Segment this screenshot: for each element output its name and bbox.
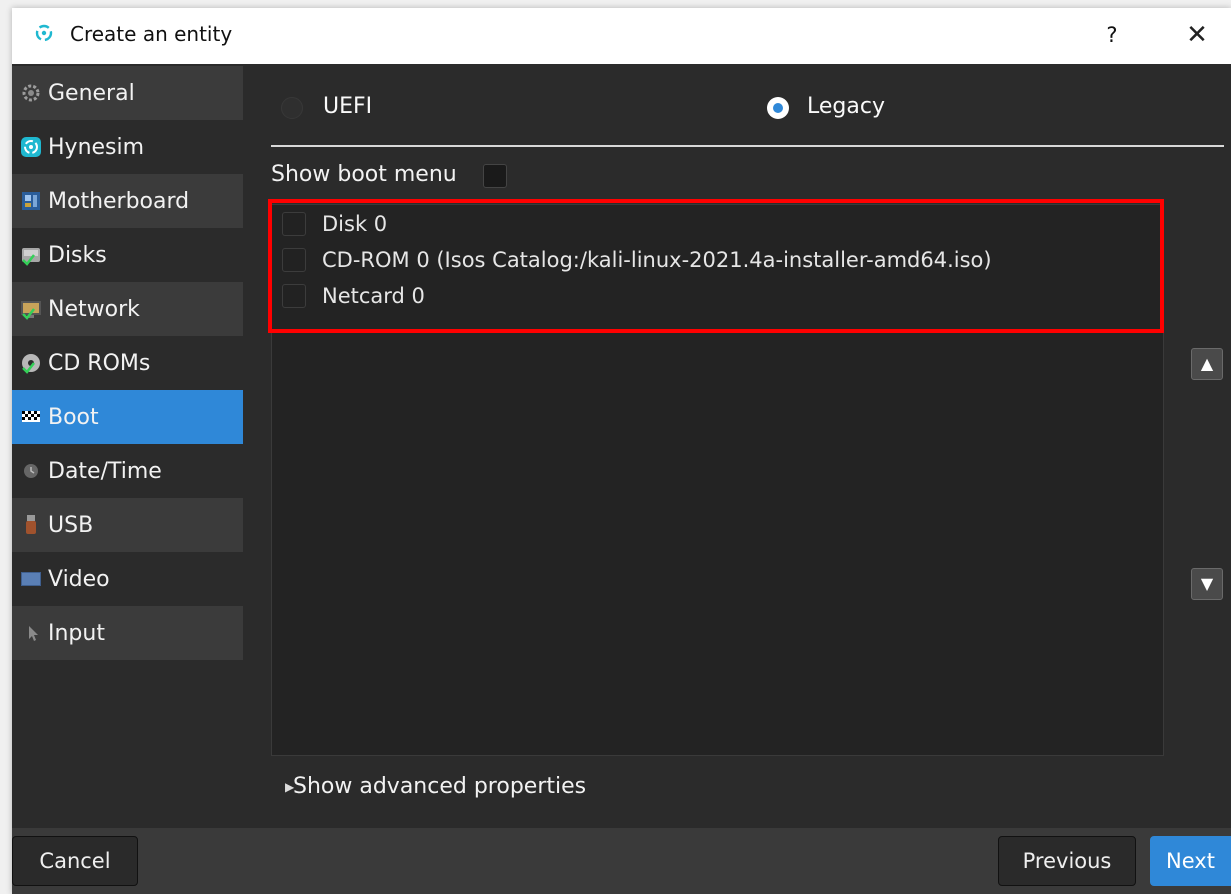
sidebar-item-label: Motherboard <box>48 188 190 214</box>
boot-settings-panel: UEFI Legacy Show boot menu Disk 0 CD-ROM… <box>243 66 1231 828</box>
boot-device-checkbox[interactable] <box>282 212 306 236</box>
monitor-icon <box>21 572 41 586</box>
arrow-up-icon: ▲ <box>1200 354 1214 373</box>
previous-button[interactable]: Previous <box>998 836 1136 886</box>
sidebar-item-disks[interactable]: Disks <box>12 228 243 282</box>
create-entity-dialog: Create an entity ? ✕ General Hynesim Mot… <box>12 8 1231 894</box>
show-boot-menu-label: Show boot menu <box>271 162 457 187</box>
cursor-icon <box>29 626 38 641</box>
boot-device-label: CD-ROM 0 (Isos Catalog:/kali-linux-2021.… <box>322 248 992 272</box>
list-item[interactable]: CD-ROM 0 (Isos Catalog:/kali-linux-2021.… <box>282 245 992 275</box>
close-button[interactable]: ✕ <box>1180 20 1214 50</box>
sidebar-item-input[interactable]: Input <box>12 606 243 660</box>
sidebar-item-label: General <box>48 80 135 106</box>
boot-order-list: Disk 0 CD-ROM 0 (Isos Catalog:/kali-linu… <box>268 199 1164 756</box>
move-up-button[interactable]: ▲ <box>1191 348 1223 380</box>
sidebar-item-motherboard[interactable]: Motherboard <box>12 174 243 228</box>
sidebar-item-cd-roms[interactable]: CD ROMs <box>12 336 243 390</box>
uefi-radio-label[interactable]: UEFI <box>323 94 372 119</box>
next-button[interactable]: Next <box>1150 836 1231 886</box>
gear-icon <box>22 84 40 102</box>
legacy-radio-label[interactable]: Legacy <box>807 94 885 119</box>
sidebar-item-date-time[interactable]: Date/Time <box>12 444 243 498</box>
boot-mode-radio-group: UEFI Legacy <box>243 66 1231 146</box>
sidebar-item-label: Date/Time <box>48 458 162 484</box>
help-button[interactable]: ? <box>1098 20 1126 50</box>
show-advanced-properties-toggle[interactable]: Show advanced properties <box>293 774 586 799</box>
sidebar-item-label: USB <box>48 512 94 538</box>
show-boot-menu-checkbox[interactable] <box>483 164 507 188</box>
cdrom-icon <box>22 354 40 374</box>
title-bar: Create an entity ? ✕ <box>12 8 1231 64</box>
checkered-flag-icon <box>22 411 40 422</box>
motherboard-icon <box>22 192 40 210</box>
sidebar-item-label: Network <box>48 296 140 322</box>
uefi-radio[interactable] <box>281 97 303 119</box>
hynesim-logo-icon <box>34 23 54 43</box>
sidebar-item-label: Disks <box>48 242 107 268</box>
sidebar-item-boot[interactable]: Boot <box>12 390 243 444</box>
sidebar-item-label: CD ROMs <box>48 350 151 376</box>
sidebar-item-general[interactable]: General <box>12 66 243 120</box>
arrow-down-icon: ▼ <box>1200 574 1214 593</box>
divider <box>271 145 1224 147</box>
sidebar-item-label: Hynesim <box>48 134 145 160</box>
list-item[interactable]: Disk 0 <box>282 209 387 239</box>
sidebar-item-label: Video <box>48 566 110 592</box>
disk-icon <box>22 248 40 266</box>
sidebar-item-label: Input <box>48 620 105 646</box>
boot-device-checkbox[interactable] <box>282 284 306 308</box>
usb-icon <box>26 515 36 534</box>
sidebar: General Hynesim Motherboard Disks Networ… <box>12 66 243 660</box>
sidebar-item-usb[interactable]: USB <box>12 498 243 552</box>
legacy-radio[interactable] <box>767 97 789 119</box>
clock-icon <box>24 464 38 478</box>
boot-device-checkbox[interactable] <box>282 248 306 272</box>
boot-device-label: Disk 0 <box>322 212 388 236</box>
sidebar-item-hynesim[interactable]: Hynesim <box>12 120 243 174</box>
sidebar-item-label: Boot <box>48 404 99 430</box>
move-down-button[interactable]: ▼ <box>1191 568 1223 600</box>
cancel-button[interactable]: Cancel <box>12 836 138 886</box>
hynesim-logo-icon <box>21 137 41 157</box>
sidebar-item-network[interactable]: Network <box>12 282 243 336</box>
dialog-footer: Cancel Previous Next <box>12 828 1231 894</box>
list-item[interactable]: Netcard 0 <box>282 281 425 311</box>
sidebar-item-video[interactable]: Video <box>12 552 243 606</box>
network-icon <box>21 301 41 320</box>
boot-device-label: Netcard 0 <box>322 284 425 308</box>
window-title: Create an entity <box>70 22 233 46</box>
